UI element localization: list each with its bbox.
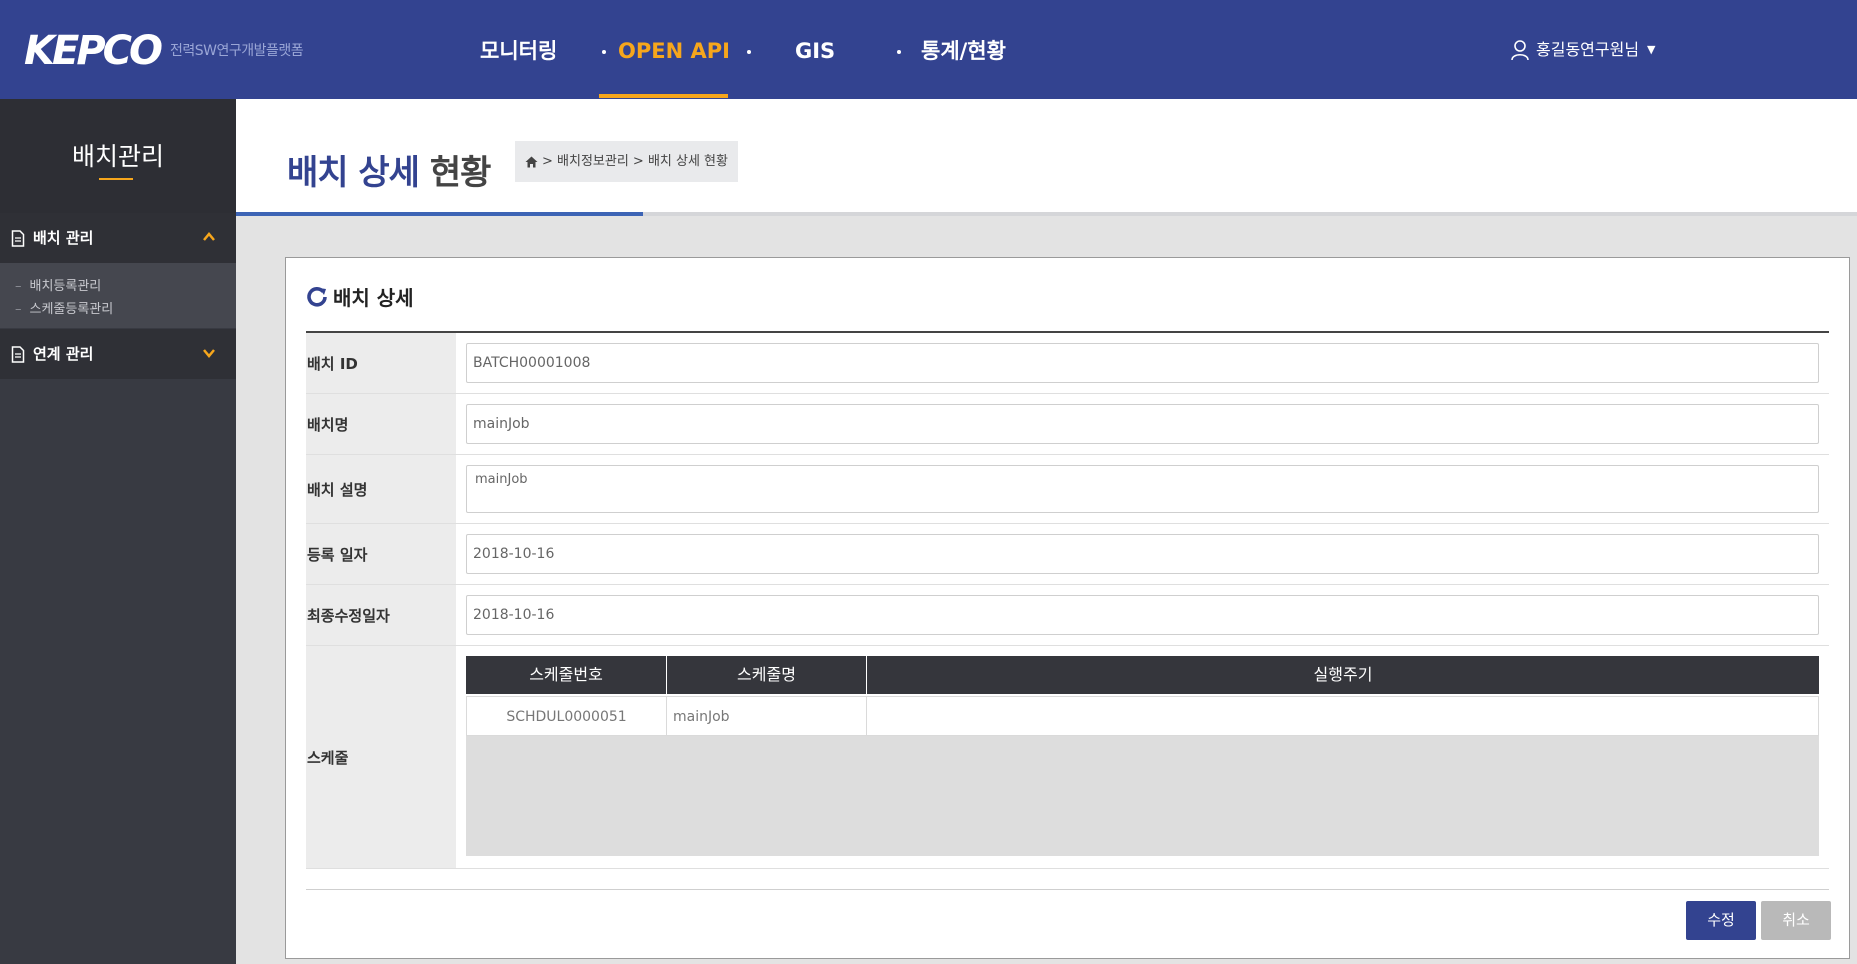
user-icon [1511,39,1529,60]
sidebar-group-link[interactable]: 연계 관리 [0,329,236,379]
batch-description-textarea[interactable]: mainJob [466,465,1819,513]
user-name: 홍길동연구원님 [1536,40,1640,59]
batch-id-input[interactable]: BATCH00001008 [466,343,1819,383]
field-label: 등록 일자 [306,524,456,584]
column-header: 실행주기 [1313,665,1373,684]
page-title: 배치 상세 현황 [287,145,492,194]
logo-mark: KEPCO [24,28,163,74]
nav-separator-dot [747,50,751,54]
field-label: 배치명 [306,394,456,454]
nav-item-gis[interactable]: GIS [795,0,835,99]
panel-heading: 배치 상세 [306,282,414,311]
field-row-schedule: 스케줄 스케줄번호 스케줄명 실행주기 SCHDUL0000051 mainJo… [306,646,1829,869]
registration-date-input[interactable]: 2018-10-16 [466,534,1819,574]
field-row-batch-name: 배치명 mainJob [306,394,1829,455]
sidebar-group-label: 연계 관리 [33,345,94,363]
schedule-table-empty-area [466,736,1819,856]
field-label: 배치 ID [306,333,456,393]
field-label: 스케줄 [306,646,456,868]
document-icon [11,230,25,247]
table-row[interactable]: SCHDUL0000051 mainJob [466,696,1819,736]
field-label: 최종수정일자 [306,585,456,645]
column-header: 스케줄명 [667,656,867,694]
sidebar-item-batch-register[interactable]: 배치등록관리 [15,275,102,294]
nav-item-open-api[interactable]: OPEN API [618,0,730,99]
modified-date-input[interactable]: 2018-10-16 [466,595,1819,635]
table-cell: SCHDUL0000051 [467,697,667,735]
column-header: 스케줄번호 [466,656,667,694]
chevron-down-icon: ▼ [1647,43,1656,56]
schedule-table-header: 스케줄번호 스케줄명 실행주기 [466,656,1819,694]
field-row-mod-date: 최종수정일자 2018-10-16 [306,585,1829,646]
page-title-area: 배치 상세 현황 > 배치정보관리 > 배치 상세 현황 [236,99,1857,214]
field-row-batch-id: 배치 ID BATCH00001008 [306,333,1829,394]
field-row-reg-date: 등록 일자 2018-10-16 [306,524,1829,585]
field-row-batch-desc: 배치 설명 mainJob [306,455,1829,524]
batch-name-input[interactable]: mainJob [466,404,1819,444]
sidebar-group-batch[interactable]: 배치 관리 [0,213,236,263]
table-cell [867,697,1818,735]
sidebar-title-block: 배치관리 [0,99,236,213]
sidebar: 배치관리 배치 관리 배치등록관리 스케줄등록관리 연계 관리 [0,99,236,964]
logo-subtitle: 전력SW연구개발플랫폼 [170,43,304,59]
breadcrumb-path: > 배치정보관리 > 배치 상세 현황 [542,154,728,169]
nav-item-monitoring[interactable]: 모니터링 [480,0,557,99]
sidebar-item-schedule-register[interactable]: 스케줄등록관리 [15,298,114,317]
document-icon [11,346,25,363]
nav-active-indicator [599,94,728,98]
user-menu[interactable]: 홍길동연구원님 ▼ [1510,0,1656,99]
page-title-secondary: 현황 [429,153,492,193]
home-icon[interactable] [525,156,538,168]
field-label: 배치 설명 [306,455,456,523]
kepco-logo[interactable]: KEPCO 전력SW연구개발플랫폼 [24,28,304,74]
page-title-primary: 배치 상세 [287,153,420,193]
breadcrumb: > 배치정보관리 > 배치 상세 현황 [515,141,738,182]
sidebar-group-label: 배치 관리 [33,229,94,247]
sidebar-title: 배치관리 [71,142,164,171]
panel-footer-rule [306,889,1829,890]
cancel-button[interactable]: 취소 [1761,901,1831,940]
table-cell: mainJob [667,697,867,735]
nav-item-statistics[interactable]: 통계/현황 [921,0,1006,99]
refresh-icon [307,286,327,307]
top-navigation-bar: KEPCO 전력SW연구개발플랫폼 모니터링 OPEN API GIS 통계/현… [0,0,1857,99]
nav-separator-dot [602,50,606,54]
nav-separator-dot [897,50,901,54]
batch-detail-panel: 배치 상세 배치 ID BATCH00001008 배치명 mainJob 배치… [285,257,1850,959]
sidebar-submenu: 배치등록관리 스케줄등록관리 [0,263,236,328]
chevron-up-icon [203,232,215,241]
edit-button[interactable]: 수정 [1686,901,1756,940]
sidebar-title-underline [99,178,133,180]
panel-heading-text: 배치 상세 [333,286,414,310]
chevron-down-icon [203,349,215,358]
